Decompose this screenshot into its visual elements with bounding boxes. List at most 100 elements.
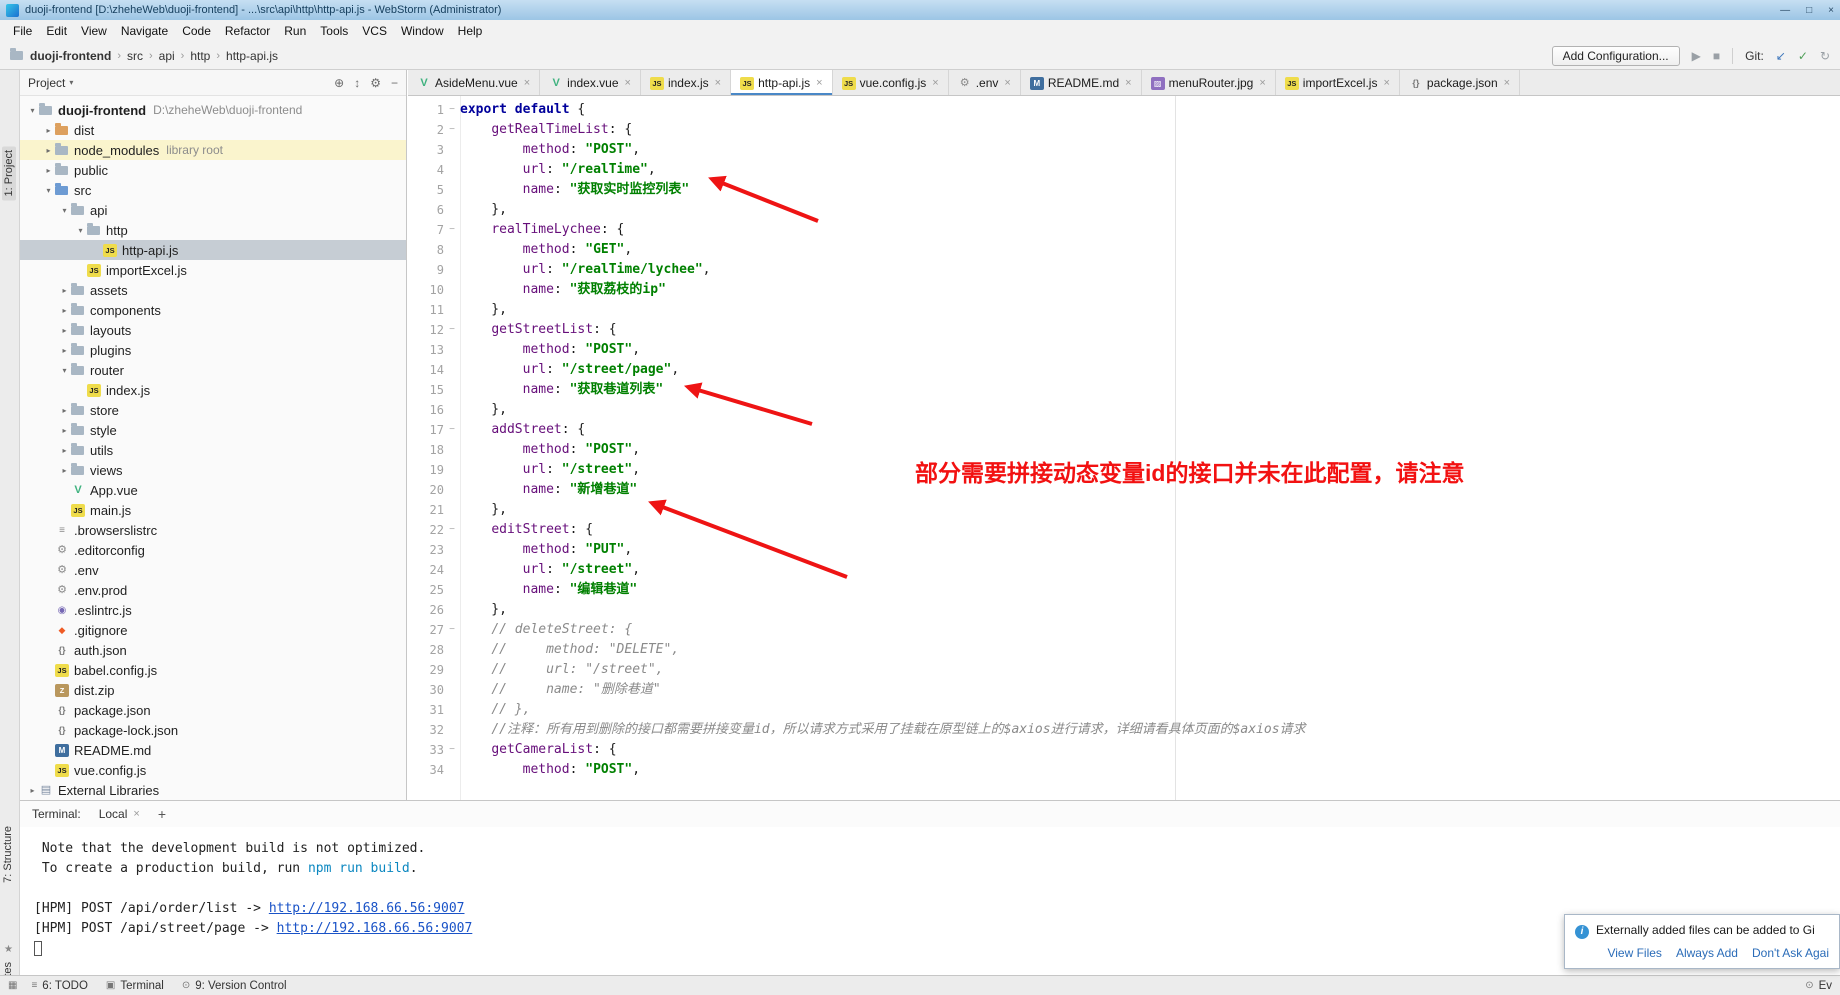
chevron-right-icon[interactable]: ▸ — [26, 786, 39, 795]
tree-item-dist.zip[interactable]: Zdist.zip — [20, 680, 406, 700]
close-icon[interactable]: × — [932, 77, 938, 89]
tree-item-duoji-frontend[interactable]: ▾duoji-frontendD:\zheheWeb\duoji-fronten… — [20, 100, 406, 120]
tab-vue.config.js[interactable]: JSvue.config.js× — [833, 70, 949, 96]
tree-item-node_modules[interactable]: ▸node_moduleslibrary root — [20, 140, 406, 160]
menu-item-run[interactable]: Run — [277, 22, 313, 40]
minimize-icon[interactable]: — — [1780, 5, 1790, 16]
tree-item-App.vue[interactable]: VApp.vue — [20, 480, 406, 500]
settings-gear-icon[interactable]: ⚙ — [370, 76, 381, 90]
maximize-icon[interactable]: □ — [1806, 5, 1812, 16]
menu-item-view[interactable]: View — [74, 22, 114, 40]
new-terminal-button[interactable]: + — [158, 806, 166, 822]
tree-item-importExcel.js[interactable]: JSimportExcel.js — [20, 260, 406, 280]
menu-item-vcs[interactable]: VCS — [355, 22, 394, 40]
tree-item-main.js[interactable]: JSmain.js — [20, 500, 406, 520]
tree-item-plugins[interactable]: ▸plugins — [20, 340, 406, 360]
tree-item-.gitignore[interactable]: ◆.gitignore — [20, 620, 406, 640]
close-icon[interactable]: × — [1125, 77, 1131, 89]
close-icon[interactable]: × — [133, 808, 139, 820]
terminal-cursor[interactable] — [34, 941, 42, 956]
close-icon[interactable]: × — [625, 77, 631, 89]
menu-item-code[interactable]: Code — [175, 22, 218, 40]
terminal-link[interactable]: http://192.168.66.56:9007 — [277, 921, 473, 936]
tree-item-README.md[interactable]: MREADME.md — [20, 740, 406, 760]
terminal-tab-local[interactable]: Local × — [91, 805, 148, 823]
menu-item-navigate[interactable]: Navigate — [114, 22, 175, 40]
close-icon[interactable]: × — [1259, 77, 1265, 89]
terminal-link[interactable]: http://192.168.66.56:9007 — [269, 901, 465, 916]
chevron-right-icon[interactable]: ▸ — [58, 446, 71, 455]
history-icon[interactable]: ↻ — [1820, 49, 1830, 63]
breadcrumb-item[interactable]: api — [157, 49, 177, 63]
close-icon[interactable]: × — [816, 77, 822, 89]
tree-item-http[interactable]: ▾http — [20, 220, 406, 240]
tab-index.js[interactable]: JSindex.js× — [641, 70, 731, 96]
close-icon[interactable]: × — [1004, 77, 1010, 89]
chevron-down-icon[interactable]: ▾ — [42, 186, 55, 195]
tree-item-layouts[interactable]: ▸layouts — [20, 320, 406, 340]
tab-README.md[interactable]: MREADME.md× — [1021, 70, 1142, 96]
tree-item-package-lock.json[interactable]: {}package-lock.json — [20, 720, 406, 740]
tree-item-auth.json[interactable]: {}auth.json — [20, 640, 406, 660]
quick-access-icon[interactable]: ▦ — [8, 980, 17, 991]
statusbar-item-terminal[interactable]: ▣Terminal — [106, 980, 164, 992]
chevron-down-icon[interactable]: ▾ — [26, 106, 39, 115]
tree-item-.env.prod[interactable]: ⚙.env.prod — [20, 580, 406, 600]
notification-action[interactable]: View Files — [1607, 946, 1661, 960]
tree-item-views[interactable]: ▸views — [20, 460, 406, 480]
tree-item-.browserslistrc[interactable]: ≡.browserslistrc — [20, 520, 406, 540]
window-close-icon[interactable]: × — [1828, 5, 1834, 16]
tab-index.vue[interactable]: Vindex.vue× — [540, 70, 641, 96]
stop-icon[interactable]: ■ — [1713, 49, 1720, 63]
chevron-down-icon[interactable]: ▾ — [74, 226, 87, 235]
tree-item-utils[interactable]: ▸utils — [20, 440, 406, 460]
chevron-right-icon[interactable]: ▸ — [58, 306, 71, 315]
close-icon[interactable]: × — [1383, 77, 1389, 89]
tree-item-index.js[interactable]: JSindex.js — [20, 380, 406, 400]
chevron-right-icon[interactable]: ▸ — [42, 126, 55, 135]
commit-icon[interactable]: ✓ — [1798, 49, 1808, 63]
event-log-item[interactable]: ⊙ Ev — [1805, 980, 1832, 992]
chevron-right-icon[interactable]: ▸ — [58, 426, 71, 435]
breadcrumb-item[interactable]: src — [125, 49, 145, 63]
tree-item-dist[interactable]: ▸dist — [20, 120, 406, 140]
tree-item-vue.config.js[interactable]: JSvue.config.js — [20, 760, 406, 780]
chevron-down-icon[interactable]: ▾ — [58, 366, 71, 375]
chevron-down-icon[interactable]: ▾ — [69, 78, 73, 87]
menu-item-edit[interactable]: Edit — [39, 22, 74, 40]
tree-item-External Libraries[interactable]: ▸▤External Libraries — [20, 780, 406, 800]
tab-http-api.js[interactable]: JShttp-api.js× — [731, 70, 832, 96]
tool-stripe-structure[interactable]: 7: Structure — [2, 826, 14, 883]
chevron-right-icon[interactable]: ▸ — [58, 346, 71, 355]
tree-item-babel.config.js[interactable]: JSbabel.config.js — [20, 660, 406, 680]
tree-item-assets[interactable]: ▸assets — [20, 280, 406, 300]
chevron-right-icon[interactable]: ▸ — [42, 146, 55, 155]
tab-.env[interactable]: ⚙.env× — [949, 70, 1021, 96]
menu-item-help[interactable]: Help — [451, 22, 490, 40]
chevron-right-icon[interactable]: ▸ — [58, 286, 71, 295]
tab-menuRouter.jpg[interactable]: ▨menuRouter.jpg× — [1142, 70, 1276, 96]
collapse-all-icon[interactable]: ↕ — [354, 76, 360, 90]
chevron-right-icon[interactable]: ▸ — [42, 166, 55, 175]
tab-package.json[interactable]: {}package.json× — [1400, 70, 1520, 96]
chevron-right-icon[interactable]: ▸ — [58, 466, 71, 475]
menu-item-window[interactable]: Window — [394, 22, 451, 40]
statusbar-item-9-version-control[interactable]: ⊙9: Version Control — [182, 980, 287, 992]
notification-action[interactable]: Don't Ask Agai — [1752, 946, 1829, 960]
tree-item-http-api.js[interactable]: JShttp-api.js — [20, 240, 406, 260]
editor[interactable]: 1−export default {2− getRealTimeList: {3… — [408, 96, 1840, 800]
locate-file-icon[interactable]: ⊕ — [334, 76, 344, 90]
tree-item-store[interactable]: ▸store — [20, 400, 406, 420]
hide-panel-icon[interactable]: − — [391, 76, 398, 90]
add-configuration-button[interactable]: Add Configuration... — [1552, 46, 1680, 66]
breadcrumb-item[interactable]: duoji-frontend — [28, 49, 113, 63]
chevron-right-icon[interactable]: ▸ — [58, 326, 71, 335]
tool-stripe-project[interactable]: 1: Project — [2, 146, 16, 200]
close-icon[interactable]: × — [715, 77, 721, 89]
notification-action[interactable]: Always Add — [1676, 946, 1738, 960]
close-icon[interactable]: × — [524, 77, 530, 89]
chevron-right-icon[interactable]: ▸ — [58, 406, 71, 415]
run-icon[interactable]: ▶ — [1692, 49, 1701, 63]
statusbar-item-6-todo[interactable]: ≡6: TODO — [31, 980, 87, 992]
tree-item-public[interactable]: ▸public — [20, 160, 406, 180]
